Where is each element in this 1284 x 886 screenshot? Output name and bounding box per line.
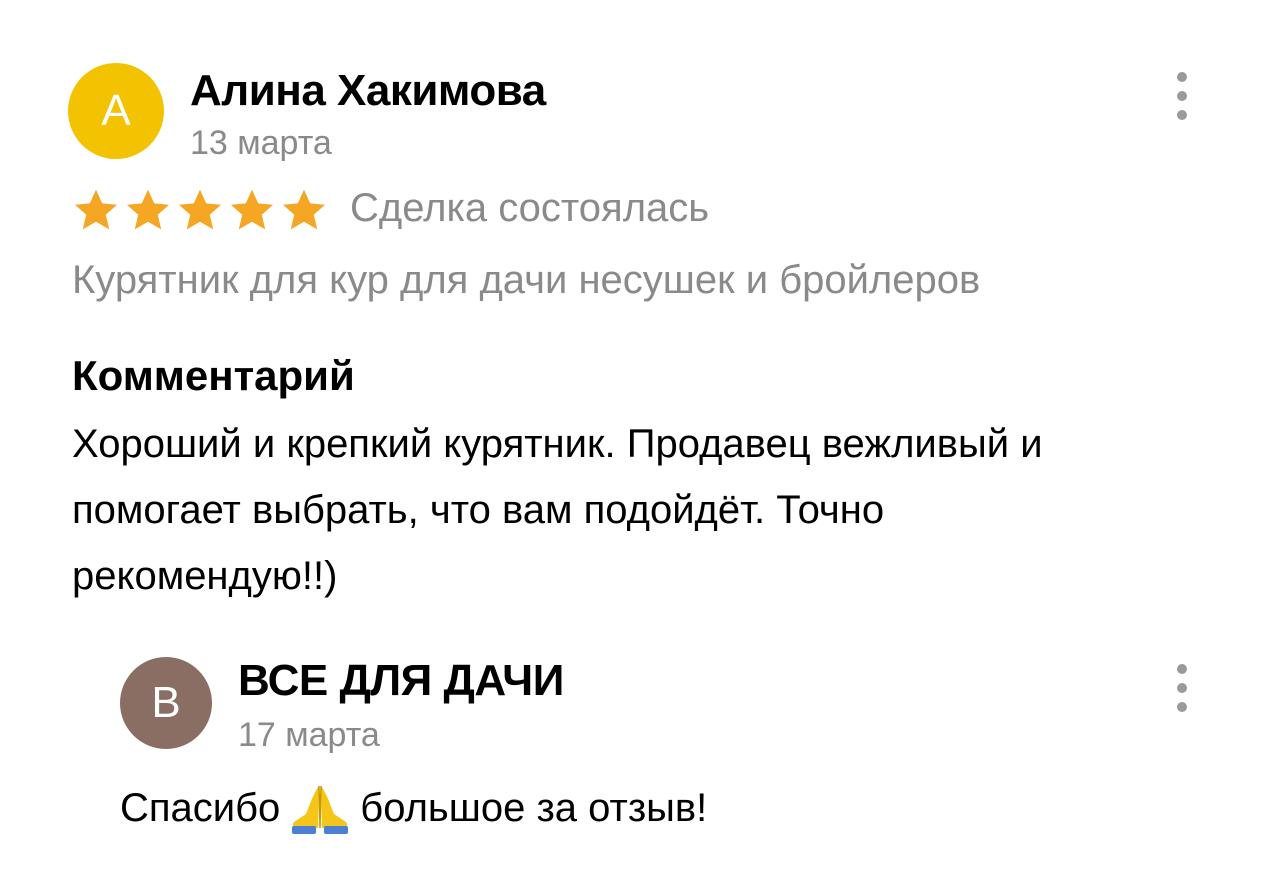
praying-hands-icon xyxy=(292,785,349,834)
author-avatar-letter: А xyxy=(101,86,131,135)
seller-avatar[interactable]: В xyxy=(120,657,212,749)
rating-stars xyxy=(72,186,328,234)
more-vertical-icon-dot xyxy=(1177,683,1187,693)
comment-text-line: помогает выбрать, что вам подойдёт. Точн… xyxy=(72,488,885,532)
more-vertical-icon-dot xyxy=(1177,702,1187,712)
author-avatar[interactable]: А xyxy=(68,63,164,159)
more-vertical-icon xyxy=(1177,72,1187,82)
comment-text-line: рекомендую!!) xyxy=(72,554,338,598)
product-title[interactable]: Курятник для кур для дачи несушек и брой… xyxy=(72,258,980,303)
reply-text-start: Спасибо xyxy=(120,785,281,830)
reply-more-button[interactable] xyxy=(1167,664,1197,712)
star-icon xyxy=(127,189,169,230)
seller-avatar-letter: В xyxy=(151,678,181,727)
star-icon xyxy=(179,189,221,230)
comment-heading: Комментарий xyxy=(72,352,355,399)
review-date: 13 марта xyxy=(190,124,332,162)
deal-status: Сделка состоялась xyxy=(350,186,710,230)
comment-text-line: Хороший и крепкий курятник. Продавец веж… xyxy=(72,422,1043,466)
more-vertical-icon-dot xyxy=(1177,110,1187,120)
reply-text-end: большое за отзыв! xyxy=(360,785,708,830)
star-icon xyxy=(231,189,273,230)
review-more-button[interactable] xyxy=(1167,72,1197,120)
author-name[interactable]: Алина Хакимова xyxy=(190,66,546,116)
seller-name[interactable]: ВСЕ ДЛЯ ДАЧИ xyxy=(238,656,564,706)
star-icon xyxy=(75,189,117,230)
more-vertical-icon-dot xyxy=(1177,91,1187,101)
reply-text: Спасибо большое за отзыв! xyxy=(120,782,707,834)
more-vertical-icon xyxy=(1177,664,1187,674)
star-icon xyxy=(283,189,325,230)
reply-date: 17 марта xyxy=(238,716,380,754)
